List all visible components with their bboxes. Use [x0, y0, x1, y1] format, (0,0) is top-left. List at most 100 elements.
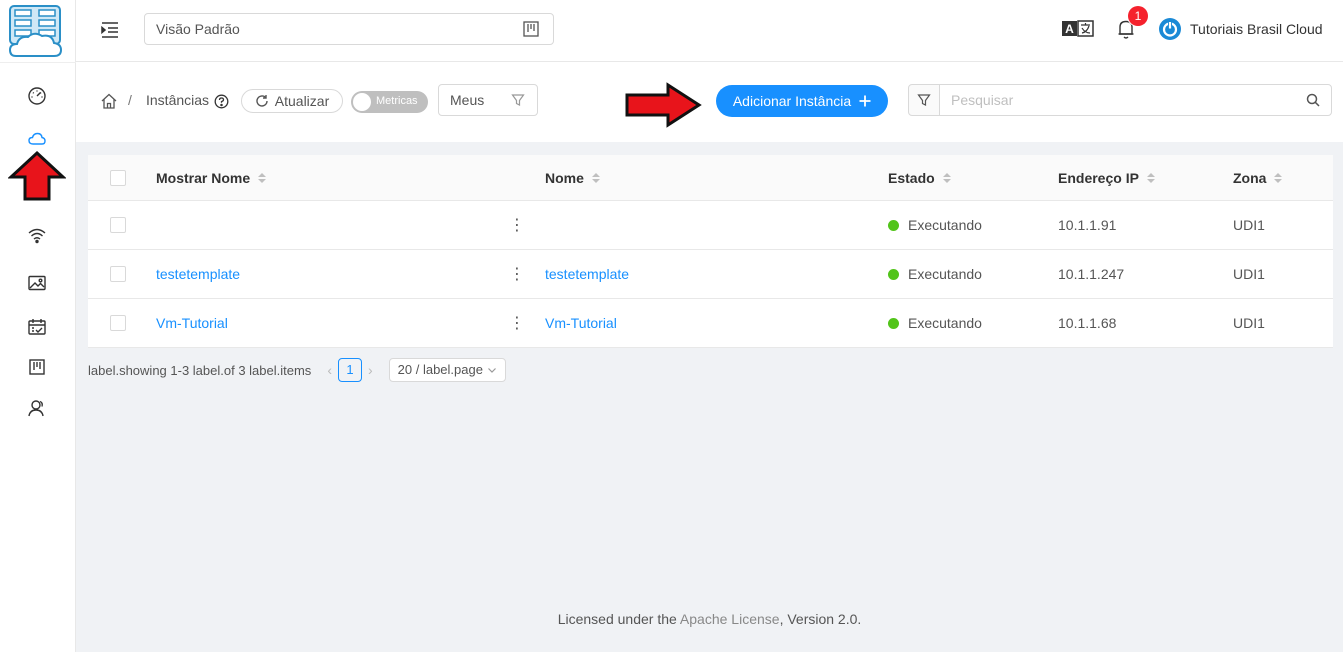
red-annotation-arrow-up: [8, 150, 66, 201]
home-icon[interactable]: [100, 92, 118, 110]
row-name-link[interactable]: testetemplate: [545, 250, 629, 298]
row-ip: 10.1.1.247: [1058, 266, 1125, 282]
row-name-link[interactable]: Vm-Tutorial: [545, 299, 617, 347]
project-select-value: Visão Padrão: [156, 21, 240, 37]
column-header-ip[interactable]: Endereço IP: [1058, 155, 1155, 200]
row-state-label: Executando: [908, 315, 982, 331]
row-ip: 10.1.1.91: [1058, 217, 1117, 233]
question-help-icon[interactable]: [214, 94, 229, 109]
column-label: Endereço IP: [1058, 169, 1139, 186]
dashboard-gauge-icon[interactable]: [27, 86, 47, 106]
column-header-zone[interactable]: Zona: [1233, 155, 1283, 200]
search-filter-button[interactable]: [908, 84, 940, 116]
logo-divider: [0, 62, 76, 63]
network-wifi-icon[interactable]: [27, 225, 47, 245]
running-status-dot: [888, 317, 899, 329]
row-actions-more-icon[interactable]: ⋮: [508, 201, 526, 249]
page-number-button[interactable]: 1: [337, 358, 362, 382]
filter-funnel-icon: [917, 94, 931, 106]
row-zone: UDI1: [1233, 266, 1265, 282]
project-select[interactable]: Visão Padrão: [144, 13, 554, 45]
column-label: Nome: [545, 169, 584, 186]
pagination: label.showing 1-3 label.of 3 label.items…: [88, 358, 506, 382]
row-display-name-link[interactable]: testetemplate: [156, 250, 240, 298]
row-checkbox[interactable]: [110, 217, 126, 233]
reload-icon: [256, 95, 268, 107]
refresh-label: Atualizar: [274, 93, 330, 109]
footer-license: Licensed under the Apache License, Versi…: [76, 611, 1343, 627]
row-state: Executando: [888, 250, 982, 298]
user-name: Tutoriais Brasil Cloud: [1190, 21, 1323, 37]
sort-caret-icon[interactable]: [942, 172, 951, 183]
row-ip: 10.1.1.68: [1058, 315, 1117, 331]
svg-text:A: A: [1065, 22, 1074, 36]
table-row[interactable]: ⋮ Executando 10.1.1.91 UDI1: [88, 201, 1333, 250]
translate-language-icon[interactable]: A: [1062, 20, 1094, 38]
running-status-dot: [888, 219, 899, 231]
sort-caret-icon[interactable]: [1274, 172, 1283, 183]
chevron-down-icon: [488, 368, 496, 373]
pagination-summary: label.showing 1-3 label.of 3 label.items: [88, 362, 312, 378]
row-display-name-link[interactable]: Vm-Tutorial: [156, 299, 228, 347]
row-checkbox[interactable]: [110, 315, 126, 331]
page-size-value: 20 / label.page: [397, 362, 483, 377]
table-row[interactable]: testetemplate ⋮ testetemplate Executando…: [88, 250, 1333, 299]
row-actions-more-icon[interactable]: ⋮: [508, 299, 526, 347]
add-instance-label: Adicionar Instância: [732, 93, 852, 109]
column-label: Mostrar Nome: [156, 169, 251, 186]
metrics-switch-label: Metricas: [376, 95, 418, 107]
refresh-button[interactable]: Atualizar: [241, 89, 343, 113]
compute-cloud-icon[interactable]: [27, 129, 47, 149]
row-state: Executando: [888, 299, 982, 347]
projects-board-icon[interactable]: [27, 357, 47, 377]
images-picture-icon[interactable]: [27, 273, 47, 293]
column-label: Estado: [888, 169, 935, 186]
row-zone: UDI1: [1233, 217, 1265, 233]
column-header-display-name[interactable]: Mostrar Nome: [156, 155, 267, 200]
notification-count-badge: 1: [1128, 6, 1148, 26]
cloud-server-logo[interactable]: [6, 4, 64, 60]
row-zone: UDI1: [1233, 315, 1265, 331]
row-actions-more-icon[interactable]: ⋮: [508, 250, 526, 298]
menu-fold-icon[interactable]: [100, 20, 120, 40]
user-power-avatar-icon: [1159, 18, 1181, 40]
filter-funnel-icon: [511, 94, 525, 106]
sort-caret-icon[interactable]: [1146, 172, 1155, 183]
column-header-state[interactable]: Estado: [888, 155, 951, 200]
footer-prefix: Licensed under the: [557, 611, 680, 627]
select-all-checkbox[interactable]: [110, 169, 126, 186]
next-page-icon[interactable]: ›: [368, 362, 373, 378]
table-header-row: Mostrar Nome Nome Estado Endereço IP Zon…: [88, 155, 1333, 201]
row-state-label: Executando: [908, 266, 982, 282]
instances-table: Mostrar Nome Nome Estado Endereço IP Zon…: [88, 155, 1333, 348]
owner-filter-value: Meus: [450, 92, 485, 108]
metrics-switch-knob: [353, 93, 371, 111]
metrics-switch[interactable]: Metricas: [351, 91, 428, 113]
row-state: Executando: [888, 201, 982, 249]
column-label: Zona: [1233, 169, 1267, 186]
search-input[interactable]: [939, 84, 1332, 116]
red-annotation-arrow-right: [625, 82, 702, 128]
breadcrumb-separator: /: [128, 92, 132, 108]
previous-page-icon[interactable]: ‹: [327, 362, 332, 378]
add-instance-button[interactable]: Adicionar Instância: [716, 85, 888, 117]
row-state-label: Executando: [908, 217, 982, 233]
events-calendar-icon[interactable]: [27, 317, 47, 337]
breadcrumb-current: Instâncias: [146, 92, 210, 108]
sidebar: [0, 0, 76, 652]
table-row[interactable]: Vm-Tutorial ⋮ Vm-Tutorial Executando 10.…: [88, 299, 1333, 348]
plus-icon: [859, 95, 871, 107]
owner-filter-select[interactable]: Meus: [438, 84, 538, 116]
search-icon[interactable]: [1306, 93, 1320, 107]
row-checkbox[interactable]: [110, 266, 126, 282]
page-size-select[interactable]: 20 / label.page: [388, 358, 506, 382]
sort-caret-icon[interactable]: [591, 172, 600, 183]
project-board-icon: [523, 21, 539, 37]
page-toolbar: / Instâncias Atualizar Metricas Meus Adi…: [76, 62, 1343, 142]
column-header-name[interactable]: Nome: [545, 155, 600, 200]
running-status-dot: [888, 268, 899, 280]
accounts-users-icon[interactable]: [27, 398, 47, 418]
user-menu[interactable]: Tutoriais Brasil Cloud: [1158, 17, 1323, 41]
sort-caret-icon[interactable]: [258, 172, 267, 183]
apache-license-link[interactable]: Apache License: [680, 611, 780, 627]
